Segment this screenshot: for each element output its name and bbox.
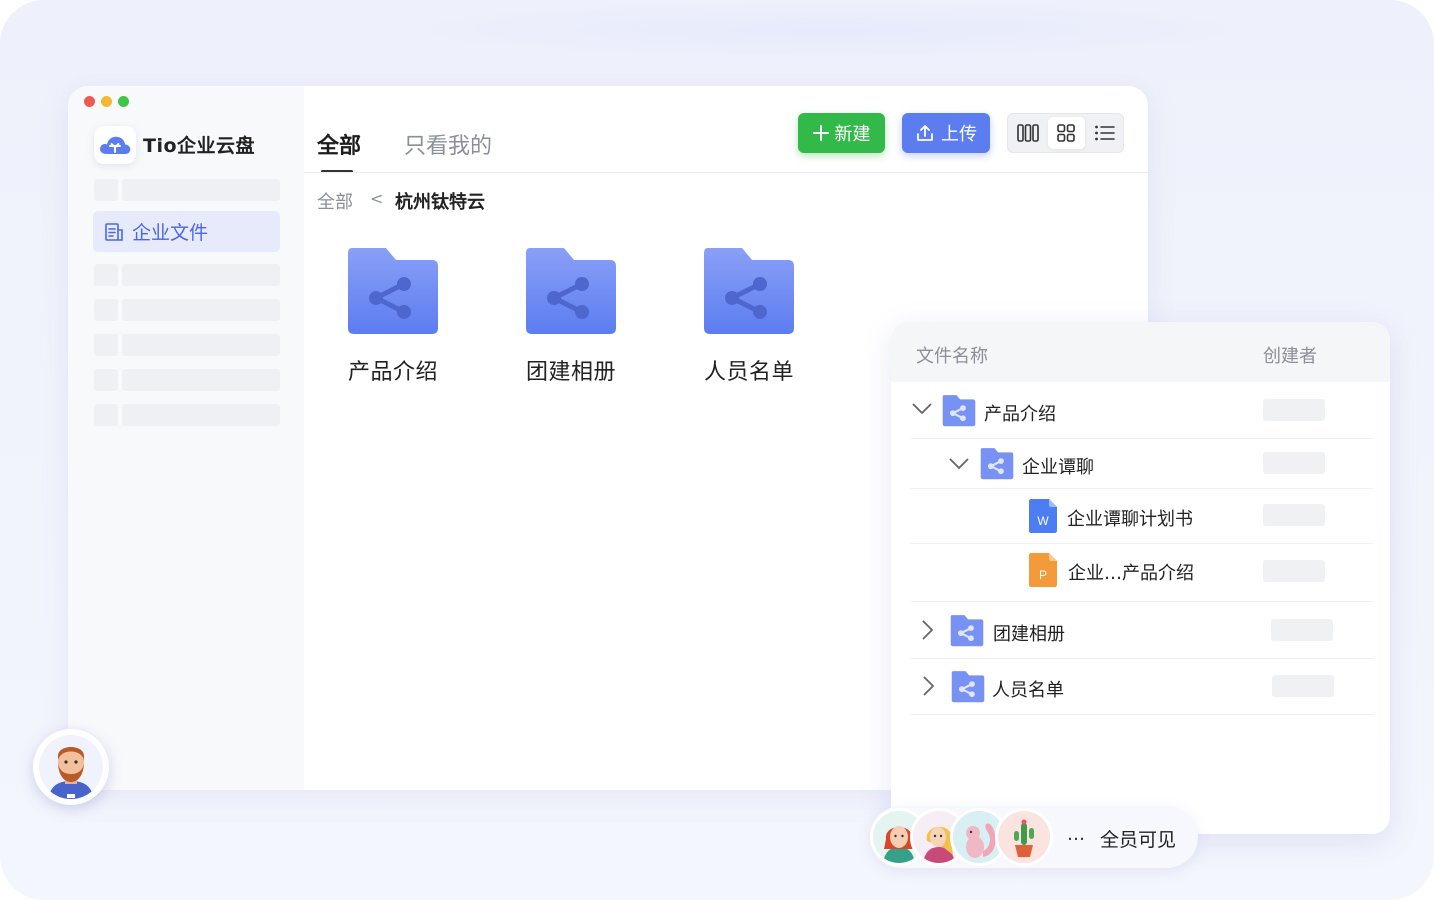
word-file-icon: W	[1029, 499, 1057, 533]
upload-icon	[917, 125, 933, 141]
row-divider	[911, 438, 1373, 439]
potted-cactus-avatar-icon	[998, 811, 1050, 863]
visibility-label: 全员可见	[1100, 829, 1177, 851]
row-divider	[911, 543, 1373, 544]
close-window-button[interactable]	[84, 96, 95, 107]
member-avatar	[995, 808, 1053, 866]
new-button-label: 新建	[834, 124, 871, 145]
view-switcher	[1007, 113, 1124, 153]
app-logo	[94, 126, 136, 164]
shared-folder-icon	[348, 248, 438, 334]
more-members-indicator: …	[1067, 824, 1085, 845]
folder-card[interactable]: 人员名单	[689, 248, 809, 386]
tree-item-name[interactable]: 人员名单	[992, 676, 1064, 702]
grid-view-button[interactable]	[1048, 117, 1085, 149]
creator-placeholder	[1263, 452, 1325, 474]
sidebar: Tio企业云盘 企业文件	[68, 86, 304, 790]
upload-button[interactable]: 上传	[902, 113, 990, 153]
chevron-down-icon[interactable]	[948, 457, 970, 471]
ppt-file-icon: P	[1029, 553, 1057, 587]
bearded-man-avatar-icon	[39, 735, 103, 799]
chevron-down-icon[interactable]	[911, 402, 933, 416]
sidebar-item-enterprise-files[interactable]: 企业文件	[93, 211, 280, 252]
word-badge: W	[1037, 514, 1049, 528]
minimize-window-button[interactable]	[101, 96, 112, 107]
tab-all[interactable]: 全部	[317, 128, 361, 160]
folder-card[interactable]: 产品介绍	[333, 248, 453, 386]
folder-card[interactable]: 团建相册	[511, 248, 631, 386]
sidebar-placeholder	[94, 404, 280, 426]
new-button[interactable]: 新建	[798, 113, 885, 153]
shared-folder-icon	[951, 671, 985, 703]
chevron-right-icon[interactable]	[922, 675, 936, 697]
row-divider	[911, 488, 1373, 489]
document-icon	[105, 222, 123, 241]
sidebar-placeholder	[94, 334, 280, 356]
row-divider	[911, 601, 1373, 602]
column-view-icon	[1017, 124, 1039, 142]
grid-view-icon	[1057, 124, 1076, 142]
file-tree-header: 文件名称 创建者	[891, 322, 1390, 382]
folder-label: 产品介绍	[347, 360, 438, 385]
tree-item-name[interactable]: 产品介绍	[984, 400, 1056, 426]
ppt-badge: P	[1039, 568, 1047, 582]
cloud-logo-icon	[100, 136, 131, 154]
shared-folder-icon	[704, 248, 794, 334]
shared-folder-icon	[526, 248, 616, 334]
user-avatar[interactable]	[33, 729, 109, 805]
breadcrumb-current: 杭州钛特云	[395, 192, 485, 213]
column-header-name: 文件名称	[916, 346, 988, 367]
creator-placeholder	[1263, 560, 1325, 582]
file-tree-panel: 文件名称 创建者 产品介绍 企业谭聊 W 企业谭聊计划书 P 企业…产品介绍 团…	[891, 322, 1390, 834]
tree-item-name[interactable]: 企业…产品介绍	[1068, 559, 1194, 585]
list-view-button[interactable]	[1087, 117, 1123, 149]
sidebar-placeholder	[94, 369, 280, 391]
window-controls	[84, 96, 129, 107]
background-glow	[380, 0, 1280, 60]
tree-item-name[interactable]: 企业谭聊	[1022, 453, 1094, 479]
shared-folder-icon	[980, 448, 1014, 480]
header-divider	[304, 172, 1148, 173]
upload-button-label: 上传	[941, 124, 977, 145]
breadcrumb-root[interactable]: 全部	[317, 188, 353, 214]
sidebar-item-label: 企业文件	[132, 222, 209, 244]
chevron-right-icon[interactable]	[921, 619, 935, 641]
creator-placeholder	[1263, 399, 1325, 421]
sidebar-placeholder	[94, 299, 280, 321]
app-name: Tio企业云盘	[143, 135, 256, 157]
sidebar-placeholder	[94, 179, 280, 201]
creator-placeholder	[1272, 675, 1334, 697]
tree-item-name[interactable]: 团建相册	[993, 620, 1065, 646]
shared-folder-icon	[942, 395, 976, 427]
column-view-button[interactable]	[1010, 117, 1046, 149]
list-view-icon	[1094, 125, 1115, 141]
row-divider	[911, 714, 1373, 715]
creator-placeholder	[1271, 619, 1333, 641]
folder-label: 团建相册	[525, 360, 616, 385]
column-header-creator: 创建者	[1263, 346, 1317, 367]
shared-folder-icon	[950, 615, 984, 647]
sidebar-placeholder	[94, 264, 280, 286]
creator-placeholder	[1263, 504, 1325, 526]
folder-label: 人员名单	[703, 360, 794, 385]
tab-mine-only[interactable]: 只看我的	[404, 128, 492, 160]
row-divider	[911, 658, 1373, 659]
tree-item-name[interactable]: 企业谭聊计划书	[1067, 505, 1193, 531]
plus-icon	[812, 125, 829, 141]
breadcrumb-separator: <	[370, 189, 384, 208]
maximize-window-button[interactable]	[118, 96, 129, 107]
